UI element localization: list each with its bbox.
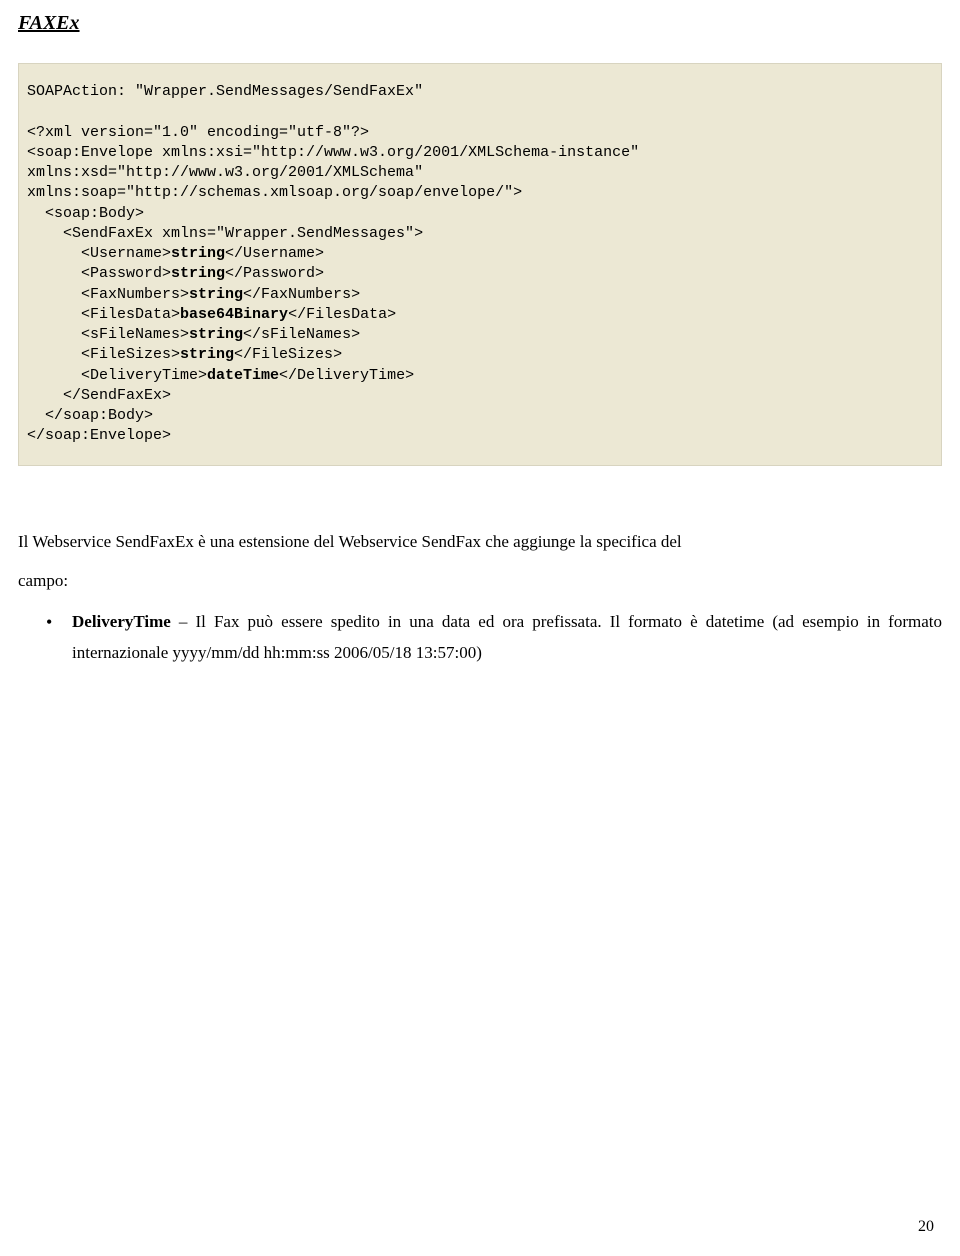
paragraph-line: Il Webservice SendFaxEx è una estensione… [18,522,942,561]
code-bold: string [171,245,225,262]
code-line: SOAPAction: "Wrapper.SendMessages/SendFa… [27,83,423,100]
code-line: </SendFaxEx> [27,387,171,404]
code-line: </DeliveryTime> [279,367,414,384]
code-line: <SendFaxEx xmlns="Wrapper.SendMessages"> [27,225,423,242]
code-line: </FaxNumbers> [243,286,360,303]
code-line: </FilesData> [288,306,396,323]
code-block: SOAPAction: "Wrapper.SendMessages/SendFa… [18,63,942,466]
code-line: <sFileNames> [27,326,189,343]
code-bold: base64Binary [180,306,288,323]
code-line: <Username> [27,245,171,262]
code-bold: string [189,326,243,343]
code-line: <DeliveryTime> [27,367,207,384]
code-line: xmlns:xsd="http://www.w3.org/2001/XMLSch… [27,164,432,181]
body-text: Il Webservice SendFaxEx è una estensione… [18,522,942,669]
code-line: <Password> [27,265,171,282]
code-line: <FaxNumbers> [27,286,189,303]
code-line: </sFileNames> [243,326,360,343]
code-line: </Password> [225,265,324,282]
bullet-text: – Il Fax può essere spedito in una data … [72,612,942,662]
code-bold: dateTime [207,367,279,384]
code-line: <soap:Body> [27,205,144,222]
page-number: 20 [918,1218,934,1236]
paragraph-line: campo: [18,561,942,600]
code-bold: string [180,346,234,363]
code-line: </FileSizes> [234,346,342,363]
page-title: FAXEx [0,0,960,35]
code-line: <FilesData> [27,306,180,323]
code-line: <soap:Envelope xmlns:xsi="http://www.w3.… [27,144,648,161]
code-bold: string [189,286,243,303]
code-line: <FileSizes> [27,346,180,363]
code-line: <?xml version="1.0" encoding="utf-8"?> [27,124,369,141]
code-line: </soap:Body> [27,407,153,424]
bullet-bold: DeliveryTime [72,612,171,631]
list-item: DeliveryTime – Il Fax può essere spedito… [18,606,942,669]
code-bold: string [171,265,225,282]
code-line: </soap:Envelope> [27,427,171,444]
code-line: xmlns:soap="http://schemas.xmlsoap.org/s… [27,184,522,201]
code-line: </Username> [225,245,324,262]
